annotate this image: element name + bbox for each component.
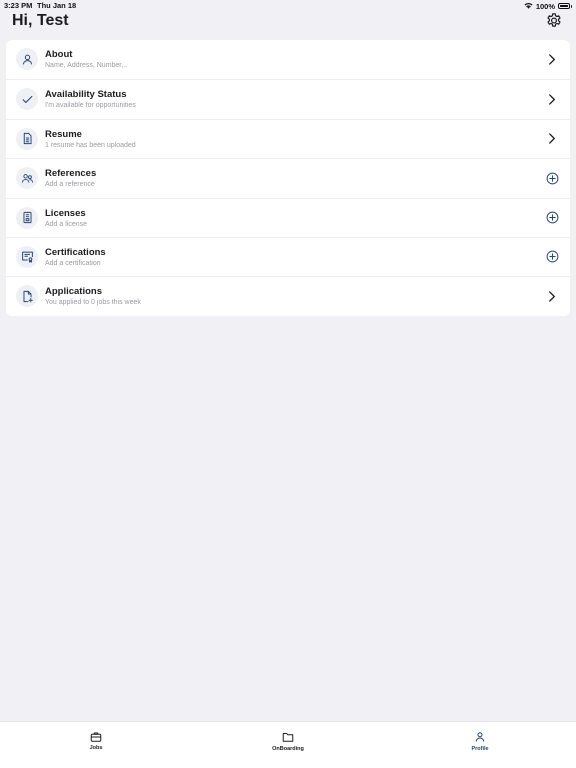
profile-menu-card: About Name, Address, Number,.. Availabil… bbox=[6, 40, 570, 316]
plus-circle-icon[interactable] bbox=[545, 250, 559, 264]
license-icon bbox=[16, 206, 38, 229]
settings-button[interactable] bbox=[545, 12, 563, 30]
tab-profile[interactable]: Profile bbox=[384, 722, 576, 768]
menu-item-availability-status[interactable]: Availability Status I'm available for op… bbox=[6, 79, 570, 118]
chevron-right-icon bbox=[545, 92, 559, 106]
tab-jobs[interactable]: Jobs bbox=[0, 722, 192, 768]
document-icon bbox=[16, 127, 38, 150]
tab-label: Profile bbox=[471, 746, 489, 752]
certificate-icon bbox=[16, 245, 38, 268]
briefcase-icon bbox=[90, 731, 102, 743]
chevron-right-icon bbox=[545, 132, 559, 146]
status-time: 3:23 PM bbox=[4, 1, 33, 10]
menu-item-subtitle: I'm available for opportunities bbox=[45, 102, 136, 110]
person-icon bbox=[474, 731, 486, 743]
menu-item-title: Licenses bbox=[45, 207, 86, 219]
menu-item-resume[interactable]: Resume 1 resume has been uploaded bbox=[6, 118, 570, 158]
tab-label: Jobs bbox=[89, 745, 103, 751]
gear-icon bbox=[545, 12, 563, 30]
menu-item-title: References bbox=[45, 168, 97, 180]
person-icon bbox=[16, 48, 38, 70]
menu-item-about[interactable]: About Name, Address, Number,.. bbox=[6, 40, 570, 79]
file-add-icon bbox=[16, 285, 38, 308]
status-bar: 3:23 PM Thu Jan 18 100% bbox=[0, 0, 576, 12]
menu-item-subtitle: Add a license bbox=[45, 220, 88, 228]
menu-item-certifications[interactable]: Certifications Add a certification bbox=[6, 236, 570, 276]
battery-full-icon bbox=[558, 3, 572, 9]
status-date: Thu Jan 18 bbox=[37, 1, 77, 10]
menu-item-title: Resume bbox=[45, 128, 82, 140]
menu-item-subtitle: Name, Address, Number,.. bbox=[45, 62, 128, 69]
checkmark-icon bbox=[16, 88, 38, 111]
status-indicators: 100% bbox=[524, 0, 572, 12]
chevron-right-icon bbox=[545, 52, 559, 66]
menu-item-licenses[interactable]: Licenses Add a license bbox=[6, 197, 570, 237]
menu-item-subtitle: Add a reference bbox=[45, 181, 95, 189]
tab-bar: Jobs OnBoarding Profile bbox=[0, 721, 576, 768]
menu-item-subtitle: 1 resume has been uploaded bbox=[45, 141, 136, 149]
people-icon bbox=[16, 167, 38, 190]
tab-onboarding[interactable]: OnBoarding bbox=[192, 722, 384, 768]
menu-item-title: Availability Status bbox=[45, 89, 127, 101]
battery-percent: 100% bbox=[535, 1, 555, 11]
wifi-icon bbox=[524, 2, 533, 11]
menu-item-references[interactable]: References Add a reference bbox=[6, 158, 570, 197]
menu-item-title: Certifications bbox=[45, 246, 106, 258]
folder-icon bbox=[282, 731, 294, 743]
menu-item-title: About bbox=[45, 49, 73, 60]
tab-label: OnBoarding bbox=[272, 746, 304, 752]
page-title: Hi, Test bbox=[12, 12, 69, 29]
menu-item-subtitle: Add a certification bbox=[45, 259, 101, 267]
plus-circle-icon[interactable] bbox=[545, 211, 559, 225]
menu-item-subtitle: You applied to 0 jobs this week bbox=[45, 299, 141, 307]
menu-item-title: Applications bbox=[45, 286, 103, 298]
menu-item-applications[interactable]: Applications You applied to 0 jobs this … bbox=[6, 276, 570, 315]
plus-circle-icon[interactable] bbox=[545, 171, 559, 185]
chevron-right-icon bbox=[545, 289, 559, 303]
